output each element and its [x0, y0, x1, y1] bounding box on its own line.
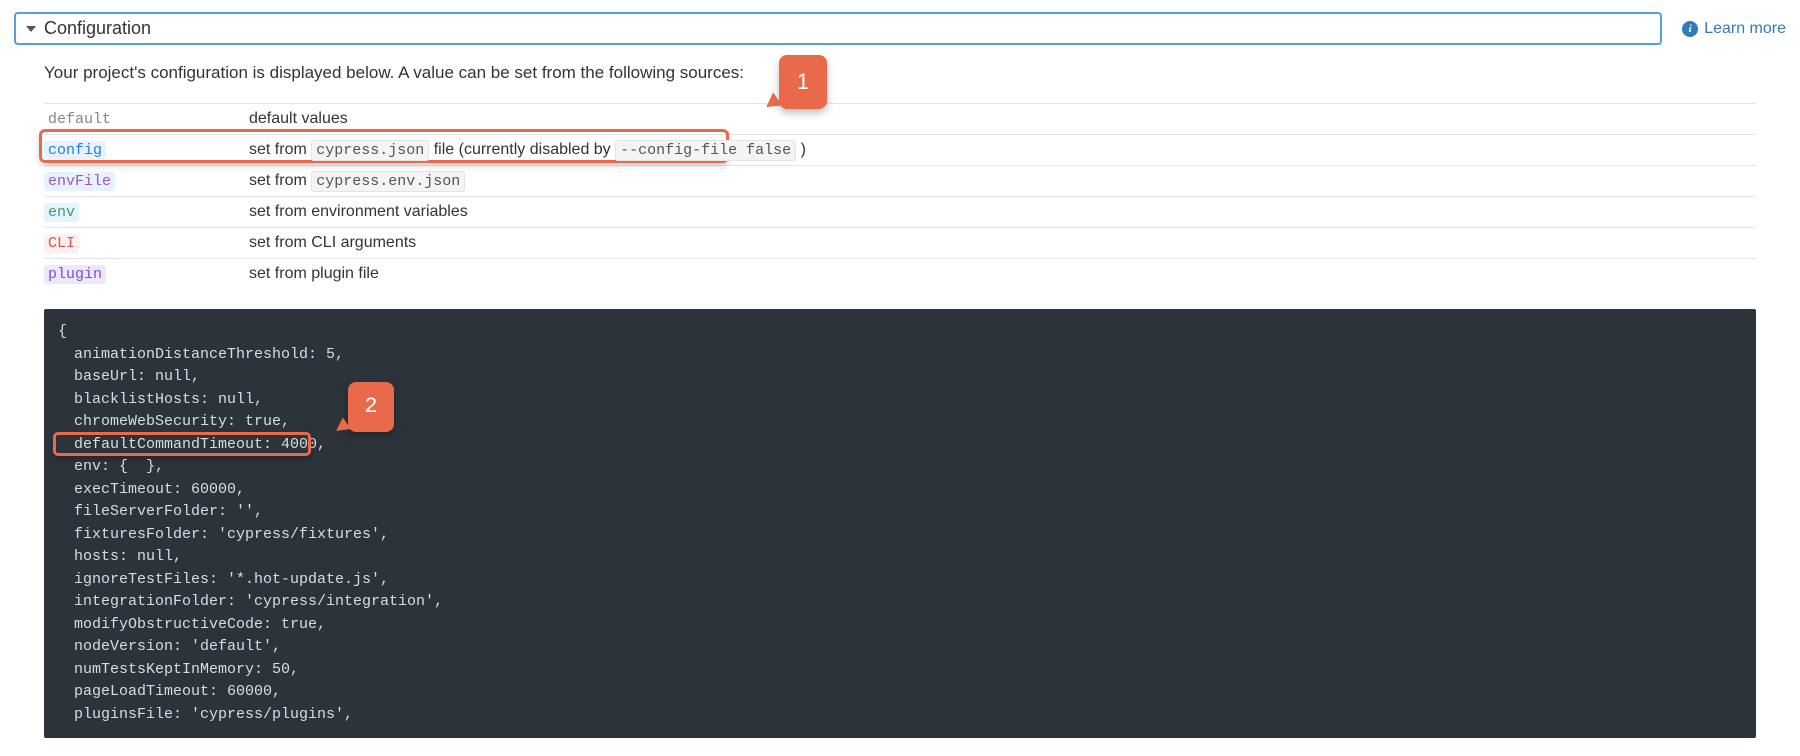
config-line: ignoreTestFiles: '*.hot-update.js',: [58, 569, 1742, 592]
source-row: envFile set from cypress.env.json: [44, 166, 1756, 197]
config-line: execTimeout: 60000,: [58, 479, 1742, 502]
resolved-configuration-code: {animationDistanceThreshold: 5,baseUrl: …: [44, 309, 1756, 738]
config-line: {: [58, 321, 1742, 344]
config-line: defaultCommandTimeout: 4000,2: [58, 434, 1742, 457]
source-desc: set from plugin file: [249, 259, 1756, 290]
panel-title: Configuration: [44, 18, 151, 39]
source-desc: default values: [249, 104, 1756, 135]
config-line: env: { },: [58, 456, 1742, 479]
config-line: pageLoadTimeout: 60000,: [58, 681, 1742, 704]
info-icon: i: [1682, 21, 1698, 37]
source-key: envFile: [44, 172, 115, 191]
source-key: config: [44, 141, 106, 160]
source-row: default default values: [44, 104, 1756, 135]
code-literal: cypress.env.json: [311, 171, 465, 192]
config-line: baseUrl: null,: [58, 366, 1742, 389]
configuration-accordion-header[interactable]: Configuration: [14, 12, 1662, 45]
source-key: CLI: [44, 234, 79, 253]
config-line: chromeWebSecurity: true,: [58, 411, 1742, 434]
config-line: pluginsFile: 'cypress/plugins',: [58, 704, 1742, 727]
config-line: hosts: null,: [58, 546, 1742, 569]
source-row: CLI set from CLI arguments: [44, 228, 1756, 259]
code-literal: --config-file false: [615, 140, 796, 161]
config-line: integrationFolder: 'cypress/integration'…: [58, 591, 1742, 614]
caret-down-icon: [26, 26, 36, 32]
source-key: env: [44, 203, 79, 222]
source-desc: set from environment variables: [249, 197, 1756, 228]
learn-more-link[interactable]: i Learn more: [1682, 20, 1786, 38]
config-line: animationDistanceThreshold: 5,: [58, 344, 1742, 367]
code-literal: cypress.json: [311, 140, 429, 161]
config-line: blacklistHosts: null,: [58, 389, 1742, 412]
config-line: fileServerFolder: '',: [58, 501, 1742, 524]
source-row: config1set from cypress.json file (curre…: [44, 135, 1756, 166]
source-desc: set from cypress.env.json: [249, 166, 1756, 197]
config-line: nodeVersion: 'default',: [58, 636, 1742, 659]
config-line: fixturesFolder: 'cypress/fixtures',: [58, 524, 1742, 547]
source-row: env set from environment variables: [44, 197, 1756, 228]
intro-text: Your project's configuration is displaye…: [44, 63, 1756, 83]
learn-more-label: Learn more: [1704, 20, 1786, 38]
config-sources-table: default default valuesconfig1set from cyp…: [44, 103, 1756, 289]
source-row: plugin set from plugin file: [44, 259, 1756, 290]
source-key: default: [44, 110, 115, 129]
config-line: numTestsKeptInMemory: 50,: [58, 659, 1742, 682]
source-key: plugin: [44, 265, 106, 284]
source-desc: set from cypress.json file (currently di…: [249, 135, 1756, 166]
source-desc: set from CLI arguments: [249, 228, 1756, 259]
